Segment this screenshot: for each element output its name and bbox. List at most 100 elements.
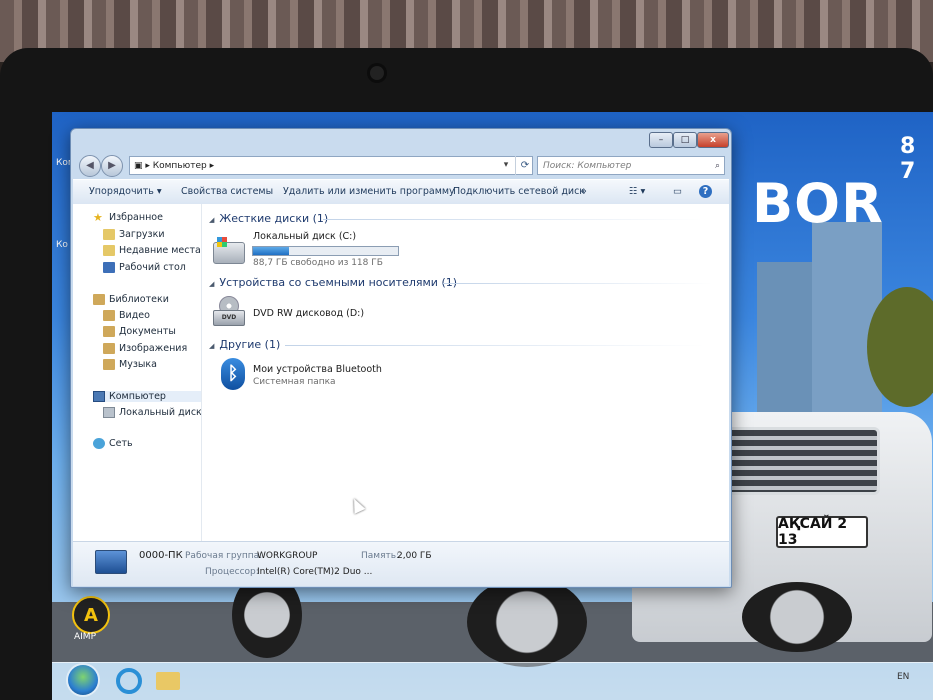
workgroup-value: WORKGROUP: [257, 551, 318, 561]
dvd-drive-label: DVD: [213, 310, 245, 326]
organize-button[interactable]: Упорядочить ▾: [89, 180, 162, 204]
details-pane: 0000-ПК Рабочая группа: WORKGROUP Память…: [73, 541, 729, 586]
change-view-button[interactable]: ☷ ▾: [629, 180, 645, 204]
mouse-cursor-icon: [348, 496, 366, 514]
group-divider: [323, 219, 703, 220]
file-view: ◢ Жесткие диски (1) Локальный диск (C:) 8…: [203, 204, 729, 541]
search-icon[interactable]: ⌕: [715, 157, 720, 176]
uninstall-program-button[interactable]: Удалить или изменить программу: [283, 180, 455, 204]
back-button[interactable]: ◀: [79, 155, 101, 177]
memory-label: Память:: [361, 551, 400, 561]
library-icon: [93, 294, 105, 305]
minimize-button[interactable]: –: [649, 132, 673, 148]
nav-label: Сеть: [109, 438, 133, 449]
nav-local-disk[interactable]: Локальный диск (С: [103, 407, 202, 418]
wallpaper-wheel: [467, 577, 587, 667]
collapse-icon[interactable]: ◢: [209, 280, 214, 288]
taskbar: [52, 662, 933, 700]
address-path[interactable]: Компьютер: [153, 161, 207, 171]
nav-favorites[interactable]: ★ Избранное: [93, 212, 163, 223]
aimp-label[interactable]: AIMP: [74, 632, 96, 642]
language-indicator[interactable]: EN: [897, 672, 909, 682]
group-divider: [443, 283, 713, 284]
address-dropdown-icon[interactable]: ▾: [497, 156, 515, 175]
preview-pane-button[interactable]: ▭: [673, 180, 682, 204]
edge-icon[interactable]: [116, 668, 142, 694]
explorer-taskbar-icon[interactable]: [156, 672, 180, 690]
computer-icon: ▣ ▸: [134, 161, 153, 171]
nav-computer[interactable]: Компьютер: [93, 391, 201, 402]
desktop-icon-label[interactable]: Ко: [56, 240, 68, 250]
cpu-value: Intel(R) Core(TM)2 Duo ...: [257, 567, 373, 577]
recent-places-icon: [103, 245, 115, 256]
nav-label: Локальный диск (С: [119, 407, 202, 418]
chevron-right-icon[interactable]: ▸: [207, 161, 215, 171]
refresh-icon[interactable]: ⟳: [515, 156, 534, 175]
more-commands-button[interactable]: »: [581, 180, 587, 204]
address-bar[interactable]: ▣ ▸ Компьютер ▸: [129, 156, 533, 175]
nav-desktop[interactable]: Рабочий стол: [103, 262, 186, 273]
dvd-drive-name[interactable]: DVD RW дисковод (D:): [253, 308, 364, 319]
disk-usage-bar: [252, 246, 399, 256]
nav-documents[interactable]: Документы: [103, 326, 176, 337]
group-header-hard-disks[interactable]: ◢ Жесткие диски (1): [209, 212, 328, 225]
nav-libraries[interactable]: Библиотеки: [93, 294, 169, 305]
wallpaper-brand-text: BOR: [752, 172, 884, 235]
video-library-icon: [103, 310, 115, 321]
wallpaper-wheel: [742, 582, 852, 652]
star-icon: ★: [93, 211, 103, 224]
windows-logo-icon: [217, 237, 227, 247]
local-disk-name[interactable]: Локальный диск (C:): [253, 231, 356, 242]
search-placeholder: Поиск: Компьютер: [543, 161, 632, 171]
group-label: Устройства со съемными носителями (1): [219, 276, 458, 289]
nav-network[interactable]: Сеть: [93, 438, 133, 449]
cpu-label: Процессор:: [205, 567, 259, 577]
pc-name: 0000-ПК: [139, 550, 183, 561]
group-header-other[interactable]: ◢ Другие (1): [209, 338, 280, 351]
nav-downloads[interactable]: Загрузки: [103, 229, 165, 240]
wallpaper-car-grille: [724, 427, 880, 495]
collapse-icon[interactable]: ◢: [209, 216, 214, 224]
close-button[interactable]: x: [697, 132, 729, 148]
navigation-row: ◀ ▶ ▣ ▸ Компьютер ▸ ▾ ⟳ Поиск: Компьютер…: [71, 153, 731, 179]
bluetooth-devices-name[interactable]: Мои устройства Bluetooth: [253, 364, 382, 375]
navigation-pane: ★ Избранное Загрузки Недавние места Рабоч…: [73, 204, 202, 541]
memory-value: 2,00 ГБ: [397, 551, 432, 561]
nav-label: Рабочий стол: [119, 262, 186, 273]
drive-icon: [103, 407, 115, 418]
nav-label: Загрузки: [119, 229, 165, 240]
forward-button[interactable]: ▶: [101, 155, 123, 177]
computer-icon: [95, 550, 127, 574]
network-icon: [93, 438, 105, 449]
group-label: Жесткие диски (1): [219, 212, 329, 225]
search-input[interactable]: Поиск: Компьютер ⌕: [537, 156, 725, 175]
workgroup-label: Рабочая группа:: [185, 551, 263, 561]
explorer-window: – □ x ◀ ▶ ▣ ▸ Компьютер ▸ ▾ ⟳ Поиск: Ком…: [70, 128, 732, 588]
bluetooth-devices-type: Системная папка: [253, 377, 336, 387]
nav-music[interactable]: Музыка: [103, 359, 157, 370]
help-button[interactable]: ?: [699, 185, 712, 198]
wallpaper-phone-text: 8 7: [900, 134, 918, 184]
command-bar: Упорядочить ▾ Свойства системы Удалить и…: [73, 179, 729, 205]
music-library-icon: [103, 359, 115, 370]
content-area: ★ Избранное Загрузки Недавние места Рабоч…: [73, 204, 729, 586]
title-bar[interactable]: – □ x: [71, 129, 731, 153]
bluetooth-icon[interactable]: ᛒ: [221, 358, 245, 390]
group-divider: [285, 345, 705, 346]
dvd-drive-icon[interactable]: DVD: [213, 296, 245, 326]
nav-recent-places[interactable]: Недавние места: [103, 245, 201, 256]
wallpaper-building: [757, 262, 817, 432]
map-network-drive-button[interactable]: Подключить сетевой диск: [453, 180, 585, 204]
group-header-removable[interactable]: ◢ Устройства со съемными носителями (1): [209, 276, 457, 289]
start-button[interactable]: [68, 665, 98, 695]
computer-icon: [93, 391, 105, 402]
hard-disk-icon[interactable]: [213, 237, 245, 264]
nav-label: Видео: [119, 310, 150, 321]
nav-label: Библиотеки: [109, 294, 169, 305]
system-properties-button[interactable]: Свойства системы: [181, 180, 273, 204]
nav-video[interactable]: Видео: [103, 310, 150, 321]
maximize-button[interactable]: □: [673, 132, 697, 148]
nav-pictures[interactable]: Изображения: [103, 343, 187, 354]
collapse-icon[interactable]: ◢: [209, 342, 214, 350]
aimp-icon[interactable]: A: [72, 596, 110, 634]
